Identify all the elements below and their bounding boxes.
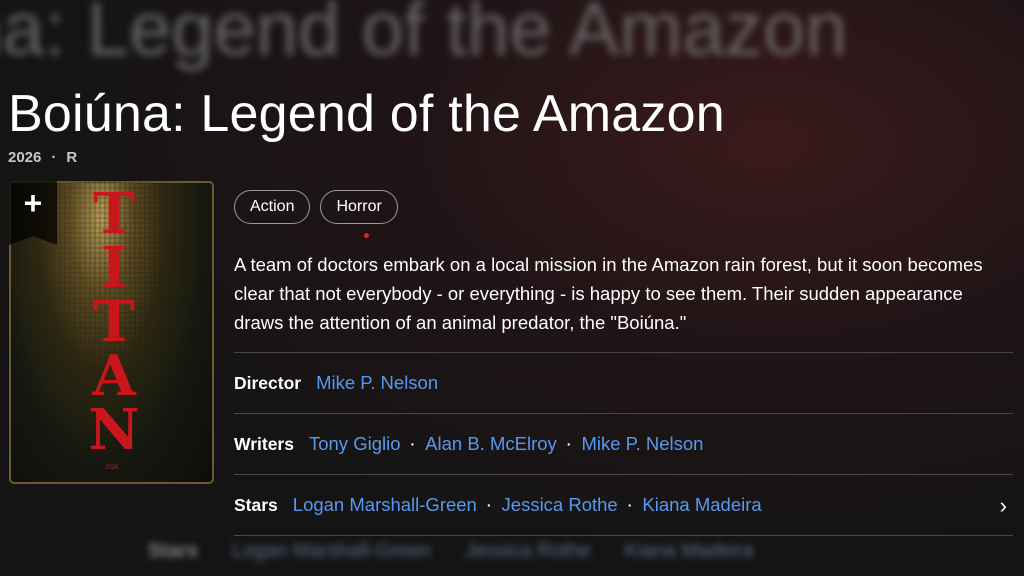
meta-separator: · [51, 149, 57, 166]
poster-letter: N [88, 397, 140, 463]
chip-scroll-indicator [364, 233, 369, 238]
stars-label: Stars [234, 494, 278, 515]
separator-dot: · [486, 497, 492, 513]
blurred-stars-row: Stars Logan Marshall-Green Jessica Rothe… [148, 540, 754, 563]
writer-link[interactable]: Alan B. McElroy [425, 433, 557, 455]
ghost-label: Stars [148, 540, 199, 562]
poster-year: 2026 [105, 465, 119, 471]
director-label: Director [234, 372, 302, 393]
director-link[interactable]: Mike P. Nelson [316, 372, 438, 394]
writers-row: Writers Tony Giglio · Alan B. McElroy · … [234, 413, 1013, 474]
genre-chips: Action Horror [234, 190, 398, 224]
page-title: Boiúna: Legend of the Amazon [8, 85, 725, 143]
director-row: Director Mike P. Nelson [234, 352, 1013, 413]
poster[interactable]: T I T A N 2026 + [9, 181, 214, 484]
poster-letter: A [92, 343, 136, 409]
plot-summary: A team of doctors embark on a local miss… [234, 254, 983, 333]
content-rating[interactable]: R [66, 149, 77, 166]
genre-chip-horror[interactable]: Horror [320, 190, 398, 224]
separator-dot: · [566, 436, 572, 452]
writer-link[interactable]: Tony Giglio [309, 433, 401, 455]
release-year[interactable]: 2026 [8, 149, 41, 166]
divider [234, 535, 1013, 536]
star-link[interactable]: Logan Marshall-Green [293, 494, 477, 516]
writer-link[interactable]: Mike P. Nelson [581, 433, 703, 455]
ghost-name: Kiana Madeira [624, 540, 754, 562]
genre-chip-action[interactable]: Action [234, 190, 311, 224]
ghost-name: Logan Marshall-Green [232, 540, 432, 562]
chevron-right-icon[interactable]: › [1000, 493, 1007, 519]
add-to-watchlist-button[interactable]: + [9, 181, 57, 245]
background-title-blurred: na: Legend of the Amazon [0, 0, 848, 72]
title-meta: 2026 · R [8, 149, 77, 166]
credits-list: Director Mike P. Nelson Writers Tony Gig… [234, 352, 1013, 536]
separator-dot: · [627, 497, 633, 513]
poster-letter: T [93, 181, 135, 247]
poster-letter: T [93, 289, 135, 355]
poster-letter: I [100, 235, 128, 301]
ghost-name: Jessica Rothe [465, 540, 591, 562]
stars-row[interactable]: Stars Logan Marshall-Green · Jessica Rot… [234, 474, 1013, 535]
poster-title-art: T I T A N [88, 186, 139, 458]
writers-label: Writers [234, 433, 294, 454]
star-link[interactable]: Jessica Rothe [502, 494, 618, 516]
separator-dot: · [410, 436, 416, 452]
star-link[interactable]: Kiana Madeira [642, 494, 761, 516]
